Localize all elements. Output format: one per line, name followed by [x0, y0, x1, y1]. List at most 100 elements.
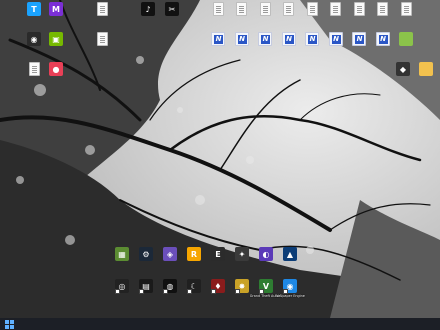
desktop-shortcut[interactable]: N: [373, 32, 393, 46]
desktop-shortcut[interactable]: R: [184, 247, 204, 261]
app-icon-3: ▲: [283, 247, 297, 261]
minecraft-icon: ▦: [115, 247, 129, 261]
desktop-shortcut[interactable]: N: [232, 32, 252, 46]
desktop-shortcut[interactable]: [326, 2, 346, 16]
desktop-shortcut[interactable]: [92, 2, 112, 16]
word-file-icon-2: N: [234, 32, 249, 46]
start-button[interactable]: [4, 319, 14, 329]
desktop-shortcut[interactable]: E: [208, 247, 228, 261]
document-icon-2: [96, 32, 108, 46]
desktop-shortcut[interactable]: ◐: [256, 247, 276, 261]
word-badge: N: [214, 35, 223, 44]
wallpaper-engine-icon-1: ◐: [259, 247, 273, 261]
word-file-icon-4: N: [281, 32, 296, 46]
folder-icon-2: [419, 62, 433, 76]
desktop-shortcut[interactable]: ▦: [112, 247, 132, 261]
desktop-shortcut[interactable]: V Grand Theft Auto V: [250, 279, 282, 298]
tencent-app-icon: T: [27, 2, 41, 16]
shortcut-arrow-icon: [139, 289, 144, 294]
desktop-shortcut[interactable]: [279, 2, 299, 16]
image-file-icon-3: [283, 2, 294, 16]
windows-logo-part: [4, 324, 9, 329]
desktop-shortcut[interactable]: N: [255, 32, 275, 46]
desktop-shortcut[interactable]: ◆: [393, 62, 413, 76]
app-icon-1: ◉: [27, 32, 41, 46]
desktop-shortcut[interactable]: ✸: [232, 279, 252, 294]
nvidia-icon: ▣: [49, 32, 63, 46]
desktop-shortcut[interactable]: ◉ Wallpaper Engine: [275, 279, 305, 298]
game-launcher-icon: ◈: [163, 247, 177, 261]
desktop-shortcut[interactable]: ✂: [162, 2, 182, 16]
desktop-shortcut[interactable]: [24, 62, 44, 76]
capcut-icon: ✂: [165, 2, 179, 16]
word-file-icon-1: N: [211, 32, 225, 46]
image-file-icon-1: [236, 2, 247, 16]
desktop-shortcut[interactable]: [373, 2, 393, 16]
desktop-shortcut[interactable]: N: [279, 32, 299, 46]
steam-icon: ⚙: [139, 247, 153, 261]
desktop-shortcut[interactable]: N: [302, 32, 322, 46]
shortcut-arrow-icon: [187, 289, 192, 294]
desktop-shortcut[interactable]: [416, 62, 436, 76]
desktop-shortcut[interactable]: ●: [46, 62, 66, 76]
word-file-icon-5: N: [305, 32, 319, 46]
colorful-app-icon: ●: [49, 62, 63, 76]
shortcut-arrow-icon: [163, 289, 168, 294]
desktop-shortcut[interactable]: N: [208, 32, 228, 46]
taskbar: [0, 318, 440, 330]
word-badge: N: [331, 35, 341, 44]
shortcut-icon-5: ♦: [211, 279, 225, 294]
word-file-icon-3: N: [258, 32, 272, 46]
document-icon-3: [28, 62, 40, 76]
desktop-shortcut[interactable]: [92, 32, 112, 46]
desktop-shortcut[interactable]: ◍: [160, 279, 180, 294]
desktop-shortcut[interactable]: ♦: [208, 279, 228, 294]
word-badge: N: [261, 35, 270, 44]
desktop-shortcut[interactable]: [232, 2, 252, 16]
desktop-shortcut[interactable]: ♪: [138, 2, 158, 16]
epic-games-icon: E: [211, 247, 225, 261]
image-file-icon-2: [259, 2, 271, 16]
word-badge: N: [308, 35, 317, 44]
desktop-shortcut[interactable]: M: [46, 2, 66, 16]
desktop-shortcut[interactable]: [396, 2, 416, 16]
blank-file-icon-1: [353, 2, 365, 16]
document-icon: [96, 2, 108, 16]
windows-logo-part: [9, 319, 14, 324]
desktop-shortcut[interactable]: ▲: [280, 247, 300, 261]
desktop-shortcut[interactable]: ⚙: [136, 247, 156, 261]
desktop-shortcut[interactable]: ▤: [136, 279, 156, 294]
desktop-shortcut[interactable]: N: [349, 32, 369, 46]
desktop-shortcut[interactable]: ◈: [160, 247, 180, 261]
desktop-shortcut[interactable]: [349, 2, 369, 16]
game-app-icon: ◆: [396, 62, 410, 76]
media-player-icon: M: [49, 2, 63, 16]
folder-icon: [212, 2, 224, 16]
desktop-shortcut[interactable]: [396, 32, 416, 46]
desktop-shortcut-label: Wallpaper Engine: [275, 294, 305, 298]
desktop-shortcut[interactable]: ✦: [232, 247, 252, 261]
wallpaper-tree: [0, 0, 440, 318]
shortcut-arrow-icon: [235, 289, 240, 294]
shortcut-icon-2: ▤: [139, 279, 153, 294]
image-file-icon-5: [330, 2, 341, 16]
shortcut-arrow-icon: [283, 289, 288, 294]
desktop-shortcut[interactable]: ▣: [46, 32, 66, 46]
word-badge: N: [355, 35, 364, 44]
desktop-shortcut[interactable]: ◎: [112, 279, 132, 294]
desktop-shortcut[interactable]: [255, 2, 275, 16]
desktop-shortcut[interactable]: [302, 2, 322, 16]
word-file-icon-6: N: [328, 32, 343, 46]
shortcut-icon-3: ◍: [163, 279, 177, 294]
app-icon-2: ✦: [235, 247, 249, 261]
word-file-icon-7: N: [352, 32, 366, 46]
desktop-shortcut[interactable]: ☾: [184, 279, 204, 294]
green-app-icon: [399, 32, 413, 46]
desktop-shortcut[interactable]: N: [326, 32, 346, 46]
desktop-shortcut[interactable]: [208, 2, 228, 16]
shortcut-arrow-icon: [115, 289, 120, 294]
desktop-shortcut[interactable]: T: [24, 2, 44, 16]
blank-file-icon-3: [400, 2, 412, 16]
shortcut-arrow-icon: [211, 289, 216, 294]
desktop-shortcut[interactable]: ◉: [24, 32, 44, 46]
